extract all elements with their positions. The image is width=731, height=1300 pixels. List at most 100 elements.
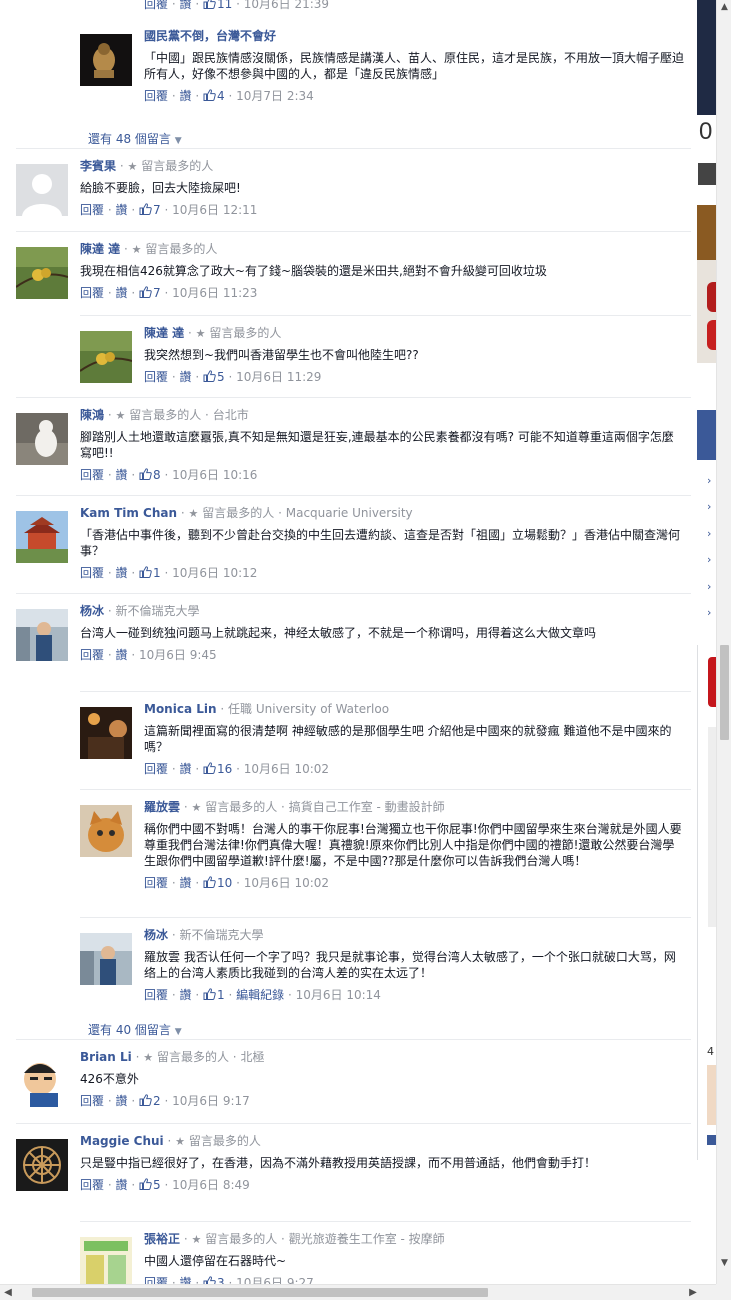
author-name[interactable]: 國民黨不倒，台灣不會好 xyxy=(144,29,276,43)
scroll-thumb[interactable] xyxy=(720,645,729,740)
vertical-scrollbar[interactable]: ▲ ▼ xyxy=(716,0,731,1284)
author-name[interactable]: Kam Tim Chan xyxy=(80,506,177,520)
like-count[interactable]: 3 xyxy=(203,1276,225,1284)
chevron-right-icon[interactable]: › xyxy=(707,528,715,539)
timestamp[interactable]: 10月6日 10:14 xyxy=(296,988,381,1002)
more-replies-link[interactable]: 還有 48 個留言 ▼ xyxy=(88,130,182,147)
author-extra[interactable]: 觀光旅遊養生工作室 - 按摩師 xyxy=(289,1232,445,1246)
reply-link[interactable]: 回覆 xyxy=(80,1094,104,1108)
reply-link[interactable]: 回覆 xyxy=(144,876,168,890)
avatar[interactable] xyxy=(16,164,68,216)
author-workplace[interactable]: 任職 University of Waterloo xyxy=(228,702,389,716)
timestamp[interactable]: 10月6日 9:27 xyxy=(236,1276,314,1284)
avatar[interactable] xyxy=(80,805,132,857)
timestamp[interactable]: 10月6日 10:02 xyxy=(244,762,329,776)
avatar[interactable] xyxy=(80,707,132,759)
author-extra[interactable]: 搞貨自己工作室 - 動畫設計師 xyxy=(289,800,445,814)
timestamp[interactable]: 10月6日 10:16 xyxy=(172,468,257,482)
author-name[interactable]: Maggie Chui xyxy=(80,1134,164,1148)
timestamp[interactable]: 10月6日 12:11 xyxy=(172,203,257,217)
reply-link[interactable]: 回覆 xyxy=(144,0,168,11)
author-name[interactable]: 陳鴻 xyxy=(80,408,104,422)
timestamp[interactable]: 10月6日 11:29 xyxy=(236,370,321,384)
avatar[interactable] xyxy=(80,933,132,985)
avatar[interactable] xyxy=(16,247,68,299)
reply-link[interactable]: 回覆 xyxy=(80,203,104,217)
reply-link[interactable]: 回覆 xyxy=(80,1178,104,1192)
like-link[interactable]: 讚 xyxy=(116,1094,128,1108)
like-link[interactable]: 讚 xyxy=(116,203,128,217)
like-link[interactable]: 讚 xyxy=(180,876,192,890)
avatar[interactable] xyxy=(16,609,68,661)
horizontal-scrollbar[interactable]: ◀ ▶ xyxy=(0,1284,716,1300)
like-count[interactable]: 8 xyxy=(139,468,161,482)
like-link[interactable]: 讚 xyxy=(180,762,192,776)
timestamp[interactable]: 10月6日 9:17 xyxy=(172,1094,250,1108)
author-name[interactable]: Brian Li xyxy=(80,1050,132,1064)
reply-link[interactable]: 回覆 xyxy=(144,89,168,103)
author-extra[interactable]: 台北市 xyxy=(213,408,249,422)
timestamp[interactable]: 10月6日 21:39 xyxy=(244,0,329,11)
like-link[interactable]: 讚 xyxy=(116,648,128,662)
chevron-right-icon[interactable]: › xyxy=(707,607,715,618)
avatar[interactable] xyxy=(16,413,68,465)
scroll-right-button[interactable]: ▶ xyxy=(685,1285,701,1300)
timestamp[interactable]: 10月6日 10:12 xyxy=(172,566,257,580)
ad-image[interactable] xyxy=(697,205,716,260)
reply-link[interactable]: 回覆 xyxy=(144,762,168,776)
timestamp[interactable]: 10月6日 9:45 xyxy=(139,648,217,662)
like-link[interactable]: 讚 xyxy=(116,468,128,482)
reply-link[interactable]: 回覆 xyxy=(144,1276,168,1284)
like-link[interactable]: 讚 xyxy=(180,0,192,11)
like-link[interactable]: 讚 xyxy=(116,566,128,580)
author-name[interactable]: 杨冰 xyxy=(80,604,104,618)
author-name[interactable]: 羅放雲 xyxy=(144,800,180,814)
chevron-right-icon[interactable]: › xyxy=(707,581,715,592)
reply-link[interactable]: 回覆 xyxy=(80,286,104,300)
scroll-down-button[interactable]: ▼ xyxy=(717,1256,731,1271)
like-count[interactable]: 11 xyxy=(203,0,232,11)
chevron-right-icon[interactable]: › xyxy=(707,501,715,512)
reply-link[interactable]: 回覆 xyxy=(144,988,168,1002)
author-name[interactable]: Monica Lin xyxy=(144,702,217,716)
author-name[interactable]: 陳達 達 xyxy=(144,326,184,340)
avatar[interactable] xyxy=(16,1055,68,1107)
reply-link[interactable]: 回覆 xyxy=(80,648,104,662)
timestamp[interactable]: 10月6日 11:23 xyxy=(172,286,257,300)
chevron-right-icon[interactable]: › xyxy=(707,475,715,486)
author-name[interactable]: 李賓果 xyxy=(80,159,116,173)
author-name[interactable]: 陳達 達 xyxy=(80,242,120,256)
timestamp[interactable]: 10月6日 10:02 xyxy=(244,876,329,890)
author-workplace[interactable]: 新不倫瑞克大學 xyxy=(116,604,200,618)
reply-link[interactable]: 回覆 xyxy=(144,370,168,384)
like-link[interactable]: 讚 xyxy=(180,1276,192,1284)
like-count[interactable]: 16 xyxy=(203,762,232,776)
like-count[interactable]: 5 xyxy=(203,370,225,384)
avatar[interactable] xyxy=(16,1139,68,1191)
author-workplace[interactable]: 新不倫瑞克大學 xyxy=(180,928,264,942)
scroll-left-button[interactable]: ◀ xyxy=(0,1285,16,1300)
like-count[interactable]: 4 xyxy=(203,89,225,103)
like-link[interactable]: 讚 xyxy=(116,1178,128,1192)
author-extra[interactable]: 北極 xyxy=(240,1050,264,1064)
ad-image[interactable] xyxy=(697,0,716,115)
like-count[interactable]: 2 xyxy=(139,1094,161,1108)
avatar[interactable] xyxy=(16,511,68,563)
like-count[interactable]: 1 xyxy=(203,988,225,1002)
like-count[interactable]: 7 xyxy=(139,203,161,217)
more-replies-link[interactable]: 還有 40 個留言 ▼ xyxy=(88,1021,182,1038)
avatar[interactable] xyxy=(80,331,132,383)
timestamp[interactable]: 10月7日 2:34 xyxy=(236,89,314,103)
like-count[interactable]: 7 xyxy=(139,286,161,300)
author-name[interactable]: 張裕正 xyxy=(144,1232,180,1246)
edit-history-link[interactable]: 編輯紀錄 xyxy=(236,988,284,1002)
scroll-thumb[interactable] xyxy=(32,1288,488,1297)
like-count[interactable]: 1 xyxy=(139,566,161,580)
reply-link[interactable]: 回覆 xyxy=(80,468,104,482)
like-link[interactable]: 讚 xyxy=(180,988,192,1002)
like-link[interactable]: 讚 xyxy=(180,89,192,103)
reply-link[interactable]: 回覆 xyxy=(80,566,104,580)
like-count[interactable]: 5 xyxy=(139,1178,161,1192)
author-extra[interactable]: Macquarie University xyxy=(286,506,413,520)
avatar[interactable] xyxy=(80,34,132,86)
